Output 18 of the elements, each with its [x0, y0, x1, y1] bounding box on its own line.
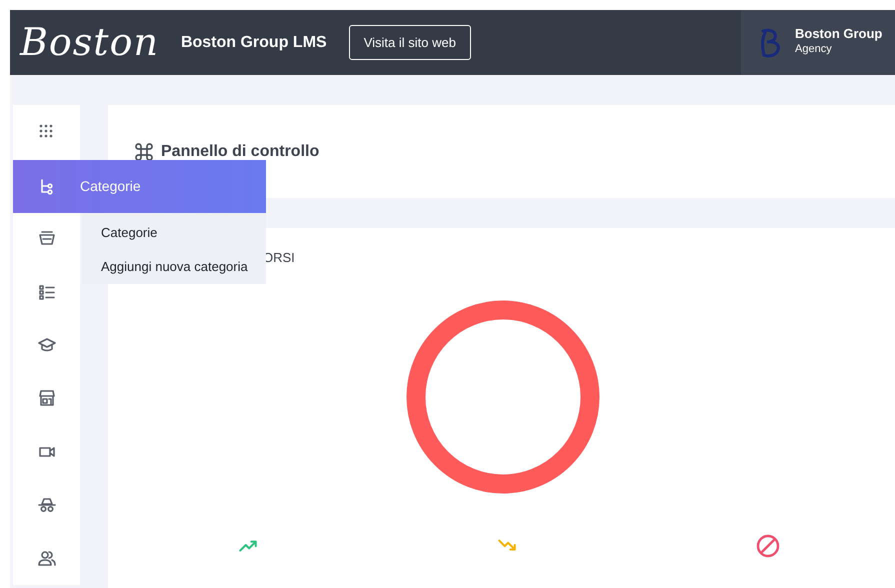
user-name: Boston Group	[795, 27, 882, 42]
user-role: Agency	[795, 42, 833, 58]
app-title: Boston Group LMS	[180, 32, 327, 52]
command-key-icon	[133, 140, 155, 162]
sidebar-item[interactable]: Categorie	[13, 160, 266, 213]
list-icon[interactable]	[38, 282, 56, 301]
store-icon[interactable]	[38, 389, 56, 408]
submenu-link[interactable]: Categorie	[101, 223, 266, 242]
user-panel[interactable]: Boston Group Agency	[741, 10, 895, 75]
page-title: Pannello di controllo	[161, 142, 320, 162]
graduation-cap-icon[interactable]	[38, 336, 56, 354]
hat-glasses-icon[interactable]	[38, 496, 56, 514]
visit-website-button[interactable]: Visita il sito web	[348, 24, 471, 60]
basket-icon[interactable]	[38, 229, 56, 248]
menu-label: Categorie	[80, 177, 141, 196]
logo[interactable]: Boston	[10, 14, 181, 71]
submenu-link[interactable]: Aggiungi nuova categoria	[101, 256, 266, 276]
users-icon[interactable]	[38, 549, 56, 568]
